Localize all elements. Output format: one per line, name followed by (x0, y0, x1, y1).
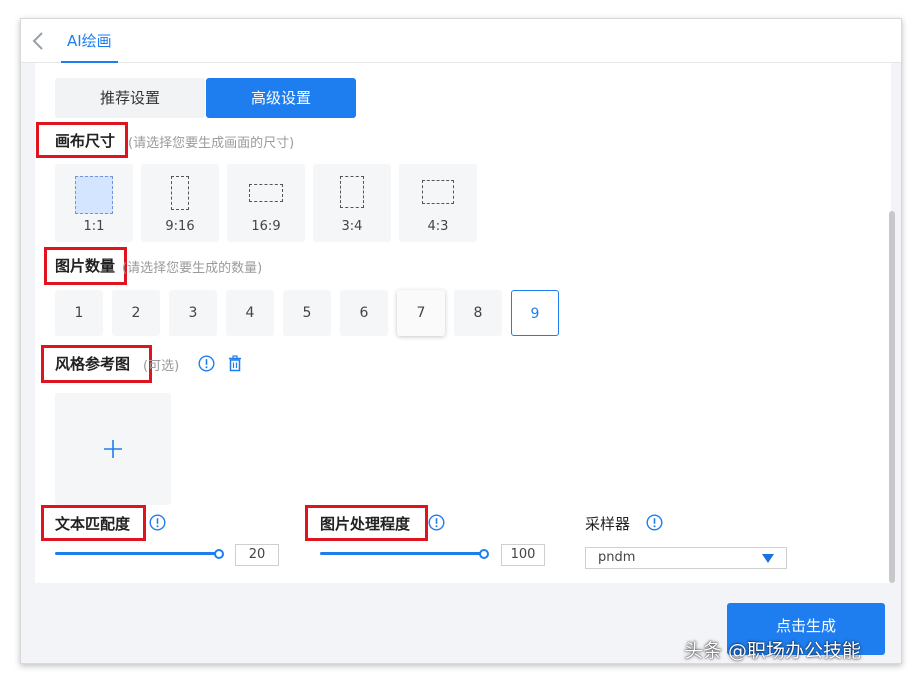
sampler-title: 采样器 (585, 515, 631, 533)
image-count-hint: (请选择您要生成的数量) (122, 261, 263, 276)
tab-advanced-settings[interactable]: 高级设置 (206, 78, 356, 118)
app-window: AI绘画 推荐设置 高级设置 画布尺寸 (请选择您要生成画面的尺寸) 1:1 9… (20, 18, 902, 664)
ratio-label: 1:1 (83, 219, 105, 234)
image-count-title: 图片数量 (55, 257, 116, 275)
ratio-option-1-1[interactable]: 1:1 (55, 164, 133, 242)
watermark: 头条 @职场办公技能 (684, 640, 862, 662)
image-processing-slider-knob[interactable] (479, 549, 489, 559)
info-icon[interactable] (646, 514, 663, 531)
count-option-2[interactable]: 2 (112, 290, 160, 336)
count-option-5[interactable]: 5 (283, 290, 331, 336)
ratio-shape (171, 176, 189, 210)
back-arrow-icon[interactable] (31, 31, 51, 51)
ratio-shape (75, 176, 113, 214)
text-match-slider[interactable] (55, 552, 217, 555)
count-option-9[interactable]: 9 (511, 290, 559, 336)
sampler-select[interactable]: pndm (585, 547, 787, 569)
text-match-value-input[interactable]: 20 (235, 544, 279, 566)
count-option-6[interactable]: 6 (340, 290, 388, 336)
sampler-selected-value: pndm (598, 550, 636, 565)
ratio-shape (340, 176, 364, 208)
canvas-size-hint: (请选择您要生成画面的尺寸) (128, 136, 295, 151)
ratio-label: 3:4 (341, 219, 363, 234)
count-option-8[interactable]: 8 (454, 290, 502, 336)
trash-icon[interactable] (227, 355, 244, 372)
ratio-shape (249, 184, 283, 202)
text-match-title: 文本匹配度 (55, 515, 131, 533)
count-option-1[interactable]: 1 (55, 290, 103, 336)
canvas-size-title: 画布尺寸 (55, 132, 116, 150)
scrollbar[interactable] (889, 211, 895, 583)
dropdown-arrow-icon (762, 554, 774, 563)
upload-reference-button[interactable] (55, 393, 171, 505)
ratio-option-16-9[interactable]: 16:9 (227, 164, 305, 242)
style-reference-hint: (可选) (143, 359, 180, 374)
image-processing-slider[interactable] (320, 552, 482, 555)
plus-icon (55, 393, 171, 505)
tab-ai-painting[interactable]: AI绘画 (61, 19, 118, 63)
info-icon[interactable] (198, 355, 215, 372)
image-processing-title: 图片处理程度 (320, 515, 411, 533)
count-option-7[interactable]: 7 (397, 290, 445, 336)
ratio-option-4-3[interactable]: 4:3 (399, 164, 477, 242)
text-match-slider-knob[interactable] (214, 549, 224, 559)
image-processing-value-input[interactable]: 100 (501, 544, 545, 566)
top-bar: AI绘画 (21, 19, 901, 63)
ratio-option-9-16[interactable]: 9:16 (141, 164, 219, 242)
tab-recommend-settings[interactable]: 推荐设置 (55, 78, 205, 118)
info-icon[interactable] (149, 514, 166, 531)
ratio-label: 4:3 (427, 219, 449, 234)
ratio-option-3-4[interactable]: 3:4 (313, 164, 391, 242)
count-option-3[interactable]: 3 (169, 290, 217, 336)
count-option-4[interactable]: 4 (226, 290, 274, 336)
settings-panel: 推荐设置 高级设置 画布尺寸 (请选择您要生成画面的尺寸) 1:1 9:16 1… (35, 63, 891, 583)
style-reference-title: 风格参考图 (55, 355, 131, 373)
ratio-shape (422, 180, 454, 204)
ratio-label: 16:9 (251, 219, 281, 234)
info-icon[interactable] (428, 514, 445, 531)
ratio-label: 9:16 (165, 219, 195, 234)
